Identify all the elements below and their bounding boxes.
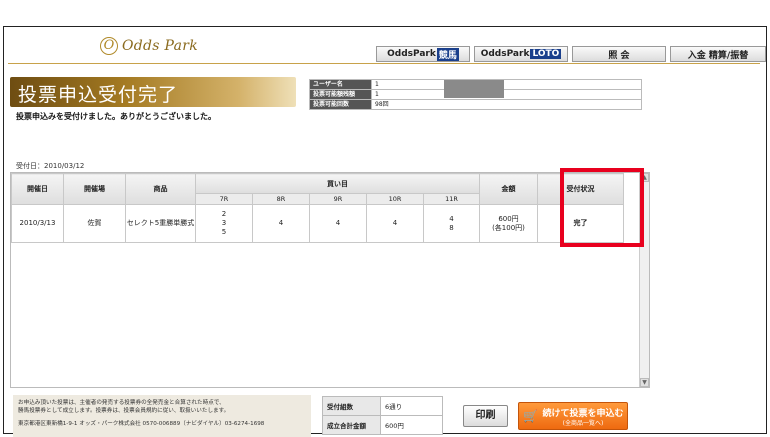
col-date-header: 開催日 bbox=[11, 173, 64, 205]
nav-deposit-label: 入金 精算/振替 bbox=[687, 50, 749, 61]
col-picks-header: 買い目 bbox=[195, 173, 480, 194]
username-value-text: 1 bbox=[375, 81, 379, 88]
browser-frame: O Odds Park OddsPark 競馬 OddsPark LOTO 照 … bbox=[3, 26, 767, 437]
company-address: 東京都港区東新橋1-9-1 オッズ・パーク株式会社 0570-006889（ナビ… bbox=[18, 421, 265, 427]
col-product-header: 商品 bbox=[125, 173, 196, 205]
scroll-down-icon[interactable]: ▼ bbox=[640, 378, 649, 387]
pick-value: 4 bbox=[449, 214, 454, 223]
user-info-row: ユーザー名 1 bbox=[309, 79, 642, 98]
pick-value: 8 bbox=[449, 223, 454, 232]
balance-label: 投票可能額残額 bbox=[309, 89, 372, 100]
nav-loto-highlight: LOTO bbox=[530, 49, 562, 59]
row-product: セレクト5重勝単勝式 bbox=[125, 204, 196, 243]
pick-value: 4 bbox=[278, 219, 284, 227]
continue-voting-sub: (全商品一覧へ) bbox=[562, 420, 604, 427]
row-pick-9r: 4 bbox=[309, 204, 367, 243]
page-title: 投票申込受付完了 bbox=[18, 84, 179, 106]
race-header-11r: 11R bbox=[423, 193, 480, 205]
nav-loto-label: OddsPark bbox=[480, 49, 530, 59]
nav-loto-button[interactable]: OddsPark LOTO bbox=[474, 46, 568, 62]
bet-table: 開催日 開催場 商品 買い目 金額 受付状況 7R 8R 9R 10R 11R … bbox=[11, 173, 624, 243]
row-date: 2010/3/13 bbox=[11, 204, 64, 243]
user-info-row: 投票可能回数 98回 bbox=[309, 99, 642, 110]
pick-value: 3 bbox=[221, 219, 227, 227]
combo-count-value: 6通り bbox=[380, 396, 443, 416]
balance-value: 1 bbox=[371, 89, 642, 100]
notice-line: お申込み頂いた投票は、主催者の発売する投票券の全発売金と合算された時点で、 bbox=[18, 400, 225, 406]
pick-value: 4 bbox=[392, 219, 398, 227]
row-pick-11r: 4 8 bbox=[423, 204, 480, 243]
row-pick-7r: 2 3 5 bbox=[195, 204, 253, 243]
accept-date: 受付日：2010/03/12 bbox=[16, 162, 85, 170]
pick-value: 5 bbox=[221, 228, 227, 236]
user-info-table: ユーザー名 1 投票可能額残額 1 投票可能回数 98回 bbox=[309, 79, 642, 110]
nav-keiba-button[interactable]: OddsPark 競馬 bbox=[376, 46, 470, 62]
username-value: 1 bbox=[371, 79, 642, 98]
row-pick-8r: 4 bbox=[252, 204, 310, 243]
notice-line: 勝馬投票券として成立します。投票券は、投票会員規約に従い、取扱いいたします。 bbox=[18, 408, 230, 414]
col-venue-header: 開催場 bbox=[63, 173, 126, 205]
race-header-10r: 10R bbox=[366, 193, 424, 205]
title-banner: 投票申込受付完了 bbox=[10, 77, 296, 107]
row-amount: 600円 (各100円) bbox=[479, 204, 538, 243]
logo-text: Odds Park bbox=[122, 38, 199, 54]
redaction-block bbox=[444, 80, 504, 98]
col-amount-header: 金額 bbox=[479, 173, 538, 205]
combo-count-label: 受付組数 bbox=[322, 396, 381, 416]
continue-voting-button[interactable]: 🛒 続けて投票を申込む (全商品一覧へ) bbox=[518, 402, 628, 430]
race-header-9r: 9R bbox=[309, 193, 367, 205]
logo-mark-icon: O bbox=[100, 37, 118, 55]
total-amount-value: 600円 bbox=[380, 415, 443, 435]
table-header-row: 開催日 開催場 商品 買い目 金額 受付状況 bbox=[11, 173, 624, 205]
summary-row: 成立合計金額 600円 bbox=[322, 415, 443, 435]
summary-table: 受付組数 6通り 成立合計金額 600円 bbox=[322, 396, 443, 435]
pick-value: 2 bbox=[221, 210, 227, 218]
nav-deposit-button[interactable]: 入金 精算/振替 bbox=[670, 46, 766, 62]
summary-row: 受付組数 6通り bbox=[322, 396, 443, 416]
pick-value: 4 bbox=[335, 219, 341, 227]
header-divider bbox=[8, 63, 760, 64]
vote-count-label: 投票可能回数 bbox=[309, 99, 372, 110]
top-nav: OddsPark 競馬 OddsPark LOTO 照 会 入金 精算/振替 bbox=[376, 46, 766, 62]
cart-icon: 🛒 bbox=[523, 409, 538, 423]
thanks-message: 投票申込みを受付けました。ありがとうございました。 bbox=[16, 112, 216, 121]
username-label: ユーザー名 bbox=[309, 79, 372, 90]
row-venue: 佐賀 bbox=[63, 204, 126, 243]
amount-total: 600円 bbox=[498, 214, 519, 223]
total-amount-label: 成立合計金額 bbox=[322, 415, 381, 435]
row-pick-10r: 4 bbox=[366, 204, 424, 243]
race-header-7r: 7R bbox=[195, 193, 253, 205]
nav-inquiry-button[interactable]: 照 会 bbox=[572, 46, 666, 62]
nav-keiba-highlight: 競馬 bbox=[436, 47, 459, 61]
legal-notice: お申込み頂いた投票は、主催者の発売する投票券の全発売金と合算された時点で、 勝馬… bbox=[13, 395, 311, 437]
nav-inquiry-label: 照 会 bbox=[608, 50, 630, 61]
status-highlight-box bbox=[560, 168, 644, 247]
table-row: 2010/3/13 佐賀 セレクト5重勝単勝式 2 3 5 4 4 4 4 8 … bbox=[11, 204, 624, 243]
race-header-8r: 8R bbox=[252, 193, 310, 205]
nav-keiba-label: OddsPark bbox=[387, 49, 436, 59]
print-button[interactable]: 印刷 bbox=[463, 405, 508, 427]
amount-each: (各100円) bbox=[492, 223, 525, 232]
bet-table-container: 開催日 開催場 商品 買い目 金額 受付状況 7R 8R 9R 10R 11R … bbox=[10, 172, 650, 388]
oddspark-logo[interactable]: O Odds Park bbox=[100, 35, 198, 57]
vote-count-value: 98回 bbox=[371, 99, 642, 110]
